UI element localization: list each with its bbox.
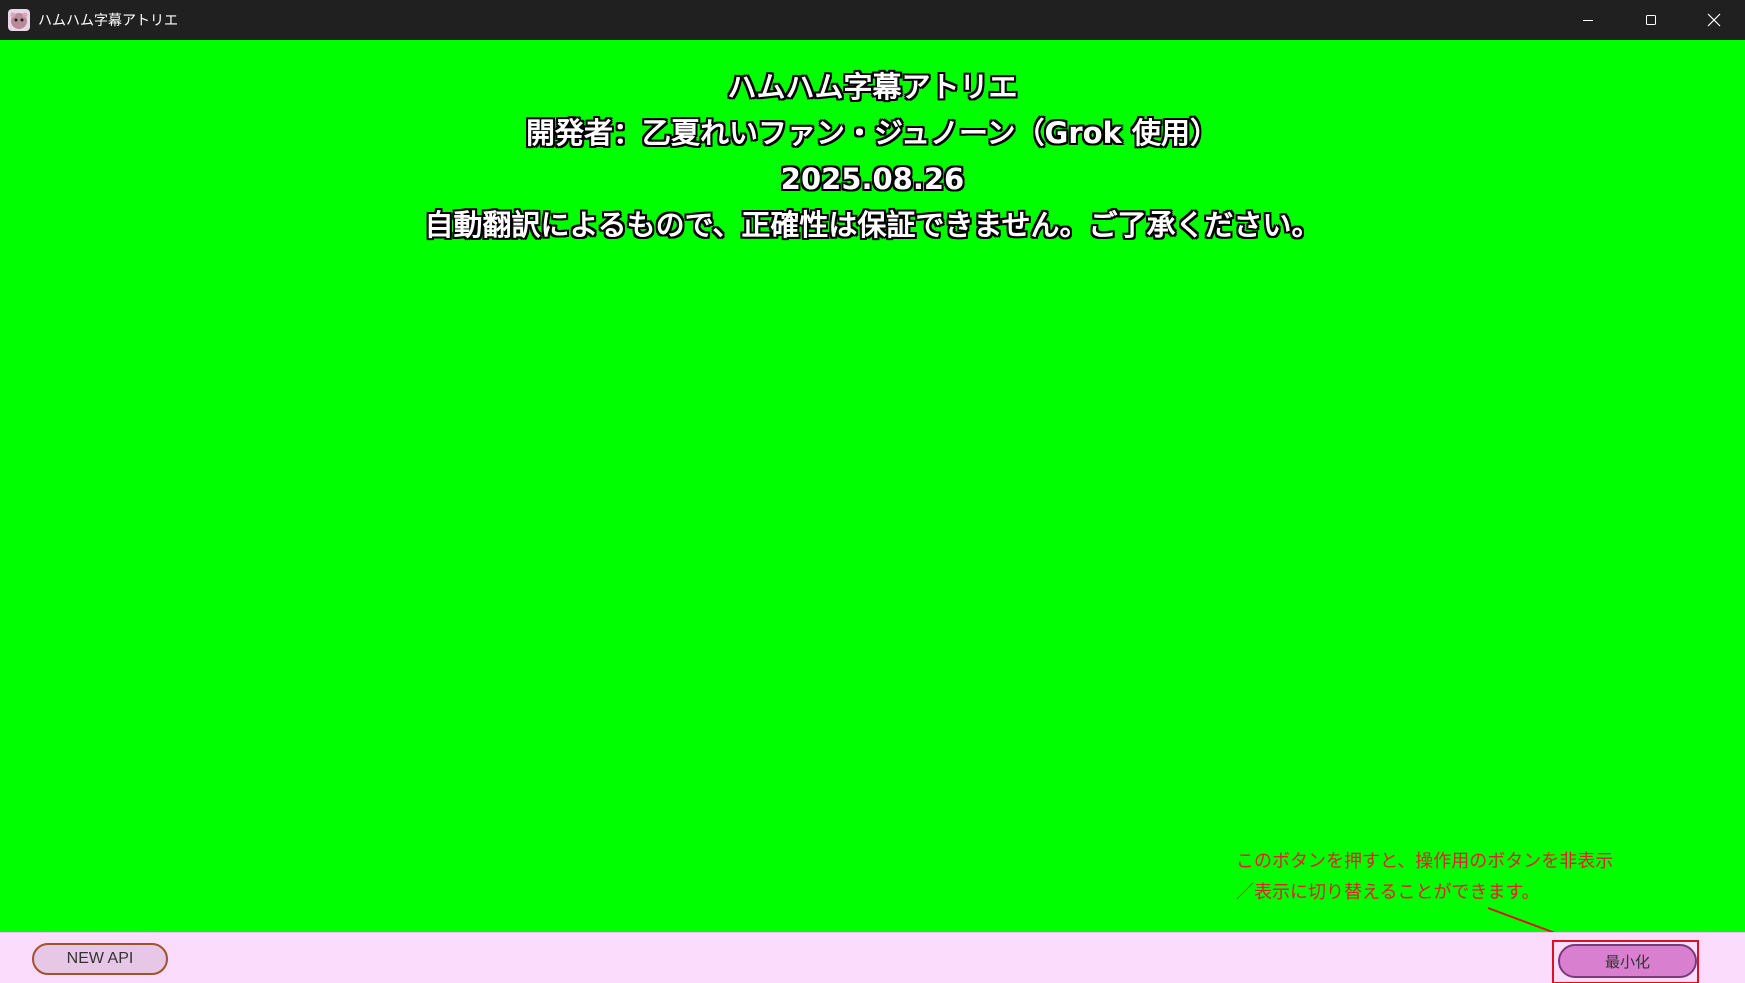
app-window: ハムハム字幕アトリエ ハムハム字幕アトリエ 開発者：乙夏れいファン・ジュノーン（… [0, 0, 1745, 983]
new-api-button[interactable]: NEW API [32, 943, 168, 975]
credits-date: 2025.08.26 [780, 162, 965, 196]
help-annotation: このボタンを押すと、操作用のボタンを非表示 ／表示に切り替えることができます。 [1236, 846, 1613, 908]
credits-developer: 開発者：乙夏れいファン・ジュノーン（Grok 使用） [526, 116, 1219, 150]
window-maximize-button[interactable] [1619, 0, 1682, 40]
minimize-controls-button[interactable]: 最小化 [1558, 944, 1697, 978]
control-bar: NEW API 最小化 [0, 932, 1745, 983]
window-close-button[interactable] [1682, 0, 1745, 40]
credits-text: ハムハム字幕アトリエ 開発者：乙夏れいファン・ジュノーン（Grok 使用） 20… [0, 64, 1745, 248]
annotation-line-2: ／表示に切り替えることができます。 [1236, 882, 1540, 903]
window-minimize-button[interactable] [1556, 0, 1619, 40]
title-bar[interactable]: ハムハム字幕アトリエ [0, 0, 1745, 40]
credits-disclaimer: 自動翻訳によるもので、正確性は保証できません。ご了承ください。 [424, 208, 1321, 242]
annotation-line-1: このボタンを押すと、操作用のボタンを非表示 [1236, 851, 1614, 872]
window-close-icon [1707, 13, 1720, 27]
window-controls [1556, 0, 1745, 40]
hamster-app-icon [8, 9, 30, 31]
window-maximize-icon [1645, 15, 1656, 25]
window-title: ハムハム字幕アトリエ [38, 13, 178, 29]
credits-app-name: ハムハム字幕アトリエ [727, 70, 1018, 104]
window-minimize-icon [1582, 20, 1593, 21]
